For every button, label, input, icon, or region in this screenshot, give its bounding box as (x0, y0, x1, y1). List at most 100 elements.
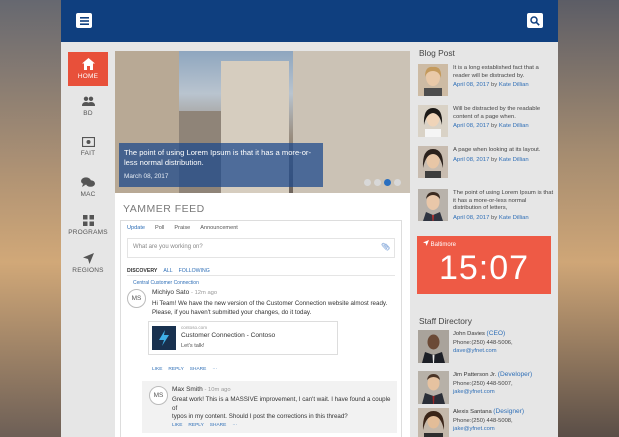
post-body: Hi Team! We have the new version of the … (152, 300, 397, 317)
hero-caption-text: The point of using Lorem Ipsum is that i… (124, 148, 311, 167)
staff-photo (418, 330, 449, 363)
link-title: Customer Connection - Contoso (181, 332, 276, 339)
blog-item-text: A page when looking at its layout. April… (453, 147, 555, 164)
staff-name: Jim Patterson Jr. (453, 372, 497, 378)
background-left (0, 0, 61, 437)
search-icon (530, 15, 540, 26)
staff-info: Jim Patterson Jr. (Developer) Phone:(250… (453, 371, 556, 397)
filter-following[interactable]: FOLLOWING (179, 268, 210, 274)
post-author[interactable]: Michiyo Sato (152, 289, 189, 296)
money-icon (81, 137, 95, 147)
post-line-1: Hi Team! We have the new version of the … (152, 300, 388, 307)
carousel-dot[interactable] (394, 179, 401, 186)
hamburger-icon (79, 16, 89, 25)
clock-time: 15:07 (438, 249, 530, 287)
blog-item[interactable]: It is a long established fact that a rea… (417, 64, 558, 98)
link-description: Let's talk! (181, 343, 205, 349)
staff-item[interactable]: John Davies (CEO) Phone:(250) 448-5006, … (417, 330, 558, 370)
blog-date[interactable]: April 08, 2017 (453, 123, 489, 129)
reply-time: - 10m ago (204, 387, 231, 393)
reply-like-button[interactable]: LIKE (172, 423, 182, 428)
reply-line-2: typos in my content. Should I post the c… (172, 413, 348, 420)
reply-avatar[interactable]: MS (149, 386, 168, 405)
blog-photo (418, 64, 448, 96)
blog-title: Blog Post (419, 48, 455, 58)
main-content: The point of using Lorem Ipsum is that i… (115, 51, 410, 437)
reply-actions: LIKE REPLY SHARE ··· (172, 423, 237, 428)
blog-excerpt: It is a long established fact that a rea… (453, 65, 539, 79)
blog-excerpt: Will be distracted by the readable conte… (453, 106, 541, 120)
blog-author[interactable]: Kate Dillian (499, 82, 529, 88)
divider (127, 275, 395, 276)
blog-by: by (491, 156, 498, 163)
reply-reply-button[interactable]: REPLY (188, 423, 203, 428)
blog-date[interactable]: April 08, 2017 (453, 215, 489, 221)
staff-phone: Phone:(250) 448-5007, (453, 380, 513, 387)
tab-update[interactable]: Update (127, 225, 145, 231)
staff-email[interactable]: dave@yfnet.com (453, 347, 556, 356)
nav-bd-label: BD (83, 109, 93, 117)
attach-icon[interactable]: 📎︎ (381, 243, 390, 251)
carousel-dot[interactable] (374, 179, 381, 186)
group-link[interactable]: Central Customer Connection (133, 280, 199, 286)
blog-meta: April 08, 2017 by Kate Dillian (453, 123, 555, 131)
right-column: Blog Post It is a long established fact … (417, 42, 558, 437)
staff-phone: Phone:(250) 448-5008, (453, 417, 513, 424)
search-button[interactable] (527, 13, 543, 28)
post-author-line: Michiyo Sato - 12m ago (152, 289, 217, 296)
tab-poll[interactable]: Poll (155, 225, 164, 231)
reply-author[interactable]: Max Smith (172, 386, 203, 393)
tab-praise[interactable]: Praise (174, 225, 190, 231)
blog-item[interactable]: Will be distracted by the readable conte… (417, 105, 558, 139)
grid-icon (82, 214, 94, 226)
avatar[interactable]: MS (127, 289, 146, 308)
lightning-icon (159, 330, 169, 346)
blog-item-text: Will be distracted by the readable conte… (453, 106, 555, 131)
blog-author[interactable]: Kate Dillian (499, 215, 529, 221)
nav-home[interactable]: HOME (68, 52, 108, 86)
tab-announcement[interactable]: Announcement (200, 225, 238, 231)
carousel-dots (364, 179, 401, 186)
staff-role: (Designer) (493, 408, 525, 415)
hero-carousel[interactable]: The point of using Lorem Ipsum is that i… (115, 51, 410, 193)
blog-date[interactable]: April 08, 2017 (453, 157, 489, 163)
yammer-title: YAMMER FEED (123, 203, 205, 215)
staff-info: Alexis Santana (Designer) Phone:(250) 44… (453, 408, 556, 434)
blog-item[interactable]: The point of using Lorem Ipsum is that i… (417, 189, 558, 223)
staff-item[interactable]: Jim Patterson Jr. (Developer) Phone:(250… (417, 371, 558, 411)
nav-regions[interactable]: REGIONS (68, 246, 108, 280)
link-logo (152, 326, 176, 350)
nav-bd[interactable]: BD (68, 89, 108, 123)
blog-author[interactable]: Kate Dillian (499, 157, 529, 163)
carousel-dot-active[interactable] (384, 179, 391, 186)
filter-all[interactable]: ALL (163, 268, 172, 274)
nav-programs[interactable]: PROGRAMS (68, 208, 108, 242)
blog-author[interactable]: Kate Dillian (499, 123, 529, 129)
more-button[interactable]: ··· (212, 367, 217, 372)
nav-home-label: HOME (77, 73, 99, 80)
filter-discovery[interactable]: DISCOVERY (127, 268, 157, 274)
like-button[interactable]: LIKE (152, 367, 162, 372)
reply-share-button[interactable]: SHARE (210, 423, 227, 428)
compose-input[interactable]: What are you working on? 📎︎ (127, 238, 395, 258)
nav-regions-label: REGIONS (72, 266, 104, 274)
nav-fait[interactable]: FAIT (68, 130, 108, 164)
link-preview-card[interactable]: contoso.com Customer Connection - Contos… (148, 321, 338, 355)
carousel-dot[interactable] (364, 179, 371, 186)
blog-by: by (491, 82, 498, 89)
clock-city: Baltimore (430, 242, 457, 248)
share-button[interactable]: SHARE (190, 367, 207, 372)
reply-button[interactable]: REPLY (168, 367, 183, 372)
staff-email[interactable]: jake@yfnet.com (453, 425, 556, 434)
intranet-page: HOME BD FAIT MAC PROGRAMS REGIONS The po… (61, 0, 558, 437)
blog-photo (418, 189, 448, 221)
nav-mac[interactable]: MAC (68, 170, 108, 204)
blog-item[interactable]: A page when looking at its layout. April… (417, 146, 558, 180)
staff-item[interactable]: Alexis Santana (Designer) Phone:(250) 44… (417, 408, 558, 437)
reply-more-button[interactable]: ··· (232, 423, 237, 428)
staff-email[interactable]: jake@yfnet.com (453, 388, 556, 397)
side-nav: HOME BD FAIT MAC PROGRAMS REGIONS (61, 42, 113, 437)
blog-by: by (491, 214, 498, 221)
blog-date[interactable]: April 08, 2017 (453, 82, 489, 88)
menu-button[interactable] (76, 13, 92, 28)
